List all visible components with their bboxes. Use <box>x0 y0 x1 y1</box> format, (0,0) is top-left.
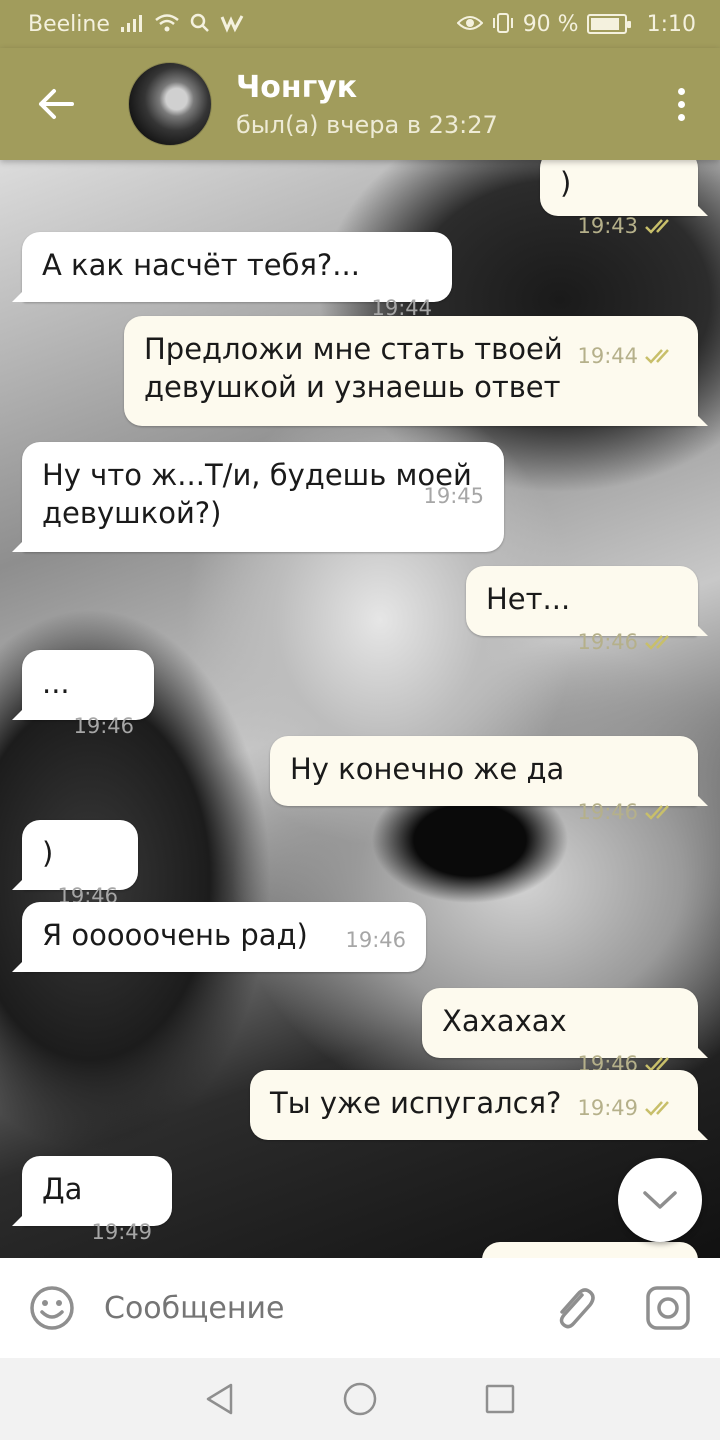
paperclip-icon <box>559 1288 595 1329</box>
chat-area[interactable]: ) 19:43 А как насчёт тебя?... 19:44 Пред… <box>0 160 720 1258</box>
avatar[interactable] <box>128 62 212 146</box>
message-meta: 19:43 <box>577 214 678 238</box>
more-menu-button[interactable] <box>666 79 696 129</box>
message-in[interactable]: А как насчёт тебя?... 19:44 <box>22 232 452 320</box>
contact-name: Чонгук <box>236 69 358 105</box>
message-time: 19:49 <box>577 1096 638 1120</box>
emoji-button[interactable] <box>28 1284 76 1332</box>
status-bar: Beeline 90 % 1:10 <box>0 0 720 48</box>
message-meta: 19:46 <box>577 800 678 824</box>
contact-info[interactable]: Чонгук был(а) вчера в 23:27 <box>236 70 498 139</box>
message-text: Ты уже испугался? <box>270 1086 562 1120</box>
message-out[interactable]: Ну конечно же да 19:46 <box>270 736 698 824</box>
message-text: ) <box>560 166 572 200</box>
message-input[interactable] <box>104 1290 550 1326</box>
double-check-icon <box>645 349 669 364</box>
camera-icon <box>646 1286 690 1330</box>
triangle-back-icon <box>206 1383 233 1415</box>
camera-button[interactable] <box>644 1284 692 1332</box>
message-out[interactable]: Ты уже испугался? 19:49 <box>250 1070 698 1140</box>
nav-back-button[interactable] <box>198 1377 242 1421</box>
system-nav-bar <box>0 1358 720 1440</box>
message-meta: 19:49 <box>577 1096 678 1120</box>
message-time: 19:46 <box>577 800 638 824</box>
double-check-icon <box>645 1101 669 1116</box>
message-out-partial[interactable] <box>482 1242 698 1258</box>
message-out[interactable]: Предложи мне стать твоей девушкой и узна… <box>124 316 698 426</box>
message-in[interactable]: Ну что ж...Т/и, будешь моей девушкой?) 1… <box>22 442 504 552</box>
message-text: ... <box>42 666 70 700</box>
carrier-label: Beeline <box>28 11 110 37</box>
smile-icon <box>30 1286 74 1330</box>
back-button[interactable] <box>34 82 78 126</box>
message-text: Предложи мне стать твоей девушкой и узна… <box>144 332 563 404</box>
circle-home-icon <box>343 1382 377 1416</box>
message-text: Нет... <box>486 582 571 616</box>
double-check-icon <box>645 219 669 234</box>
vibrate-icon <box>491 12 515 36</box>
message-time: 19:46 <box>73 714 134 738</box>
message-text: А как насчёт тебя?... <box>42 248 360 282</box>
message-out[interactable]: ) 19:43 <box>540 160 698 238</box>
chat-header: Чонгук был(а) вчера в 23:27 <box>0 48 720 160</box>
message-text: Да <box>42 1172 83 1206</box>
square-recents-icon <box>485 1384 515 1414</box>
message-text: ) <box>42 836 54 870</box>
message-in[interactable]: ) 19:46 <box>22 820 138 908</box>
message-out[interactable]: Хахахах 19:46 <box>422 988 698 1076</box>
message-text: Ну конечно же да <box>290 752 565 786</box>
message-meta: 19:46 <box>577 630 678 654</box>
message-out[interactable]: Нет... 19:46 <box>466 566 698 654</box>
message-time: 19:49 <box>91 1220 152 1244</box>
message-text: Хахахах <box>442 1004 567 1038</box>
battery-percent: 90 % <box>522 11 579 37</box>
message-time: 19:46 <box>577 630 638 654</box>
scroll-down-button[interactable] <box>618 1158 702 1242</box>
menu-dot <box>677 87 685 95</box>
message-meta: 19:46 <box>73 714 134 738</box>
message-in[interactable]: Да 19:49 <box>22 1156 172 1244</box>
message-input-bar <box>0 1258 720 1358</box>
app-notification-icon <box>220 13 244 36</box>
battery-icon <box>586 14 631 34</box>
menu-dot <box>677 113 685 121</box>
last-seen-status: был(а) вчера в 23:27 <box>236 110 498 139</box>
message-in[interactable]: ... 19:46 <box>22 650 154 738</box>
message-meta: 19:44 <box>577 344 678 368</box>
wifi-icon <box>154 13 180 36</box>
message-time: 19:44 <box>577 344 638 368</box>
chevron-down-icon <box>643 1191 677 1209</box>
attach-button[interactable] <box>550 1284 598 1332</box>
double-check-icon <box>645 805 669 820</box>
clock: 1:10 <box>646 11 696 37</box>
message-meta: 19:49 <box>91 1220 152 1244</box>
arrow-left-icon <box>39 89 74 119</box>
eye-comfort-icon <box>456 14 484 35</box>
double-check-icon <box>645 635 669 650</box>
signal-icon <box>120 13 144 36</box>
menu-dot <box>677 100 685 108</box>
nav-home-button[interactable] <box>338 1377 382 1421</box>
message-in[interactable]: Я ооооочень рад) 19:46 <box>22 902 426 972</box>
message-text: Ну что ж...Т/и, будешь моей девушкой?) <box>42 458 472 530</box>
message-time: 19:43 <box>577 214 638 238</box>
message-time: 19:46 <box>345 928 406 952</box>
message-meta: 19:46 <box>345 928 406 952</box>
message-text: Я ооооочень рад) <box>42 918 308 952</box>
search-icon <box>190 13 210 36</box>
nav-recents-button[interactable] <box>478 1377 522 1421</box>
